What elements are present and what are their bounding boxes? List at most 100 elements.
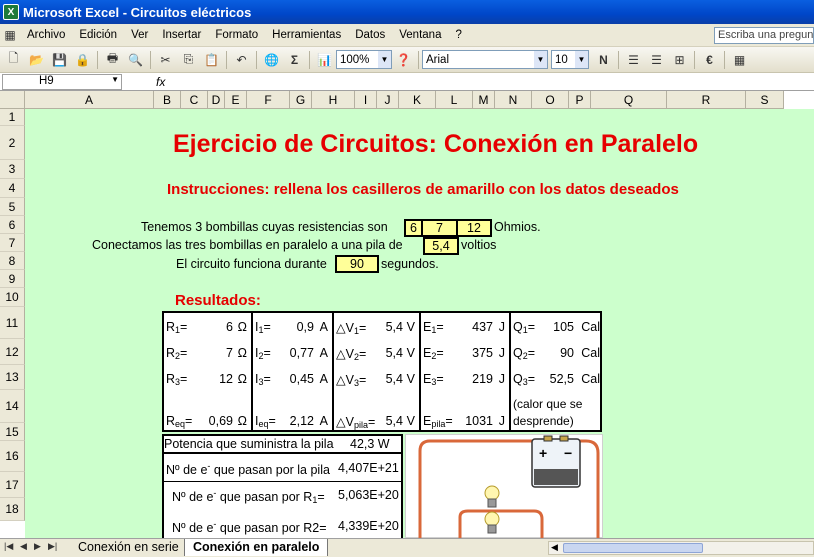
row-header[interactable]: 16 — [0, 441, 25, 472]
column-header[interactable]: S — [746, 91, 784, 109]
column-header[interactable]: M — [473, 91, 495, 109]
tab-conexion-serie[interactable]: Conexión en serie — [70, 539, 188, 556]
align-center-icon[interactable]: ☰ — [646, 50, 667, 70]
menu-archivo[interactable]: Archivo — [20, 29, 72, 41]
copy-icon[interactable]: ⎘ — [178, 50, 199, 70]
undo-icon[interactable]: ↶ — [231, 50, 252, 70]
row-header[interactable]: 15 — [0, 423, 25, 441]
menu-edicion[interactable]: Edición — [72, 29, 124, 41]
row-header[interactable]: 5 — [0, 198, 25, 216]
resistance-1-input[interactable]: 6 — [404, 219, 423, 237]
toolbar-separator — [256, 50, 257, 69]
bold-button[interactable]: N — [593, 50, 614, 70]
cut-icon[interactable]: ✂ — [155, 50, 176, 70]
autosum-icon[interactable]: Σ — [284, 50, 305, 70]
print-icon[interactable]: 🖶 — [102, 50, 123, 70]
voltage-input[interactable]: 5,4 — [423, 237, 459, 255]
column-header[interactable]: P — [569, 91, 591, 109]
next-sheet-button[interactable]: ▶ — [34, 541, 41, 552]
row-header[interactable]: 17 — [0, 472, 25, 498]
menu-datos[interactable]: Datos — [348, 29, 392, 41]
time-input[interactable]: 90 — [335, 255, 379, 273]
menu-ver[interactable]: Ver — [124, 29, 155, 41]
column-header[interactable]: K — [399, 91, 436, 109]
help-icon[interactable]: ❓ — [393, 50, 414, 70]
font-size-select[interactable]: 10 ▼ — [551, 50, 589, 69]
borders-icon[interactable]: ▦ — [729, 50, 750, 70]
column-header[interactable]: C — [181, 91, 208, 109]
scrollbar-thumb[interactable] — [563, 543, 703, 553]
row-header[interactable]: 4 — [0, 179, 25, 198]
paste-icon[interactable]: 📋 — [201, 50, 222, 70]
font-select[interactable]: Arial ▼ — [422, 50, 548, 69]
zoom-select[interactable]: 100% ▼ — [336, 50, 392, 69]
row-header[interactable]: 18 — [0, 498, 25, 521]
scroll-left-icon[interactable]: ◀ — [551, 542, 558, 553]
prev-sheet-button[interactable]: ◀ — [20, 541, 27, 552]
horizontal-scrollbar[interactable]: ◀ — [548, 541, 814, 555]
row-header[interactable]: 1 — [0, 109, 25, 126]
v2-value: 5,4 — [385, 346, 403, 360]
resistance-2-input[interactable]: 7 — [423, 219, 458, 237]
first-sheet-button[interactable]: |◀ — [4, 541, 13, 552]
column-header[interactable]: R — [667, 91, 746, 109]
hyperlink-icon[interactable]: 🌐 — [261, 50, 282, 70]
menu-formato[interactable]: Formato — [208, 29, 265, 41]
ask-question-input[interactable]: Escriba una pregunta — [714, 27, 814, 44]
row-header[interactable]: 7 — [0, 234, 25, 252]
menu-insertar[interactable]: Insertar — [155, 29, 208, 41]
column-header[interactable]: E — [225, 91, 247, 109]
menu-herramientas[interactable]: Herramientas — [265, 29, 348, 41]
select-all-corner[interactable] — [0, 91, 25, 109]
name-box[interactable]: H9 ▼ — [2, 73, 122, 90]
row-header[interactable]: 9 — [0, 270, 25, 288]
tab-conexion-paralelo[interactable]: Conexión en paralelo — [184, 539, 329, 556]
align-left-icon[interactable]: ☰ — [623, 50, 644, 70]
row-header[interactable]: 14 — [0, 390, 25, 423]
row-header[interactable]: 6 — [0, 216, 25, 234]
column-header[interactable]: F — [247, 91, 290, 109]
print-preview-icon[interactable]: 🔍 — [125, 50, 146, 70]
menu-help[interactable]: ? — [448, 29, 468, 41]
toolbar-separator — [418, 50, 419, 69]
resistance-3-input[interactable]: 12 — [458, 219, 492, 237]
row-header[interactable]: 2 — [0, 126, 25, 160]
currency-icon[interactable]: € — [699, 50, 720, 70]
column-header[interactable]: L — [436, 91, 473, 109]
exercise-title: Ejercicio de Circuitos: Conexión en Para… — [173, 130, 699, 158]
chart-wizard-icon[interactable]: 📊 — [314, 50, 335, 70]
new-icon[interactable]: 🗋 — [3, 50, 24, 70]
menu-ventana[interactable]: Ventana — [392, 29, 448, 41]
column-header[interactable]: Q — [591, 91, 667, 109]
worksheet[interactable]: Ejercicio de Circuitos: Conexión en Para… — [25, 109, 814, 538]
column-header[interactable]: A — [25, 91, 154, 109]
column-header[interactable]: N — [495, 91, 532, 109]
column-header[interactable]: J — [377, 91, 399, 109]
fx-icon[interactable]: fx — [156, 75, 165, 89]
column-header[interactable]: I — [355, 91, 377, 109]
row-header[interactable]: 8 — [0, 252, 25, 270]
column-header[interactable]: G — [290, 91, 312, 109]
joule-unit: J — [498, 414, 505, 428]
document-icon[interactable]: ▦ — [1, 25, 19, 45]
merge-center-icon[interactable]: ⊞ — [669, 50, 690, 70]
last-sheet-button[interactable]: ▶| — [48, 541, 57, 552]
save-icon[interactable]: 💾 — [49, 50, 70, 70]
permission-icon[interactable]: 🔒 — [72, 50, 93, 70]
ampere-unit: A — [319, 414, 328, 428]
column-header[interactable]: B — [154, 91, 181, 109]
column-header[interactable]: O — [532, 91, 569, 109]
row-header[interactable]: 13 — [0, 365, 25, 390]
row-header[interactable]: 10 — [0, 288, 25, 307]
excel-app-icon: X — [3, 4, 19, 20]
svg-text:+: + — [539, 445, 547, 461]
ampere-unit: A — [319, 320, 328, 334]
row-header[interactable]: 12 — [0, 339, 25, 365]
chevron-down-icon: ▼ — [534, 51, 547, 68]
open-icon[interactable]: 📂 — [26, 50, 47, 70]
column-header[interactable]: H — [312, 91, 355, 109]
column-header[interactable]: D — [208, 91, 225, 109]
row-header[interactable]: 11 — [0, 307, 25, 339]
req-value: 0,69 — [208, 414, 233, 428]
row-header[interactable]: 3 — [0, 160, 25, 179]
